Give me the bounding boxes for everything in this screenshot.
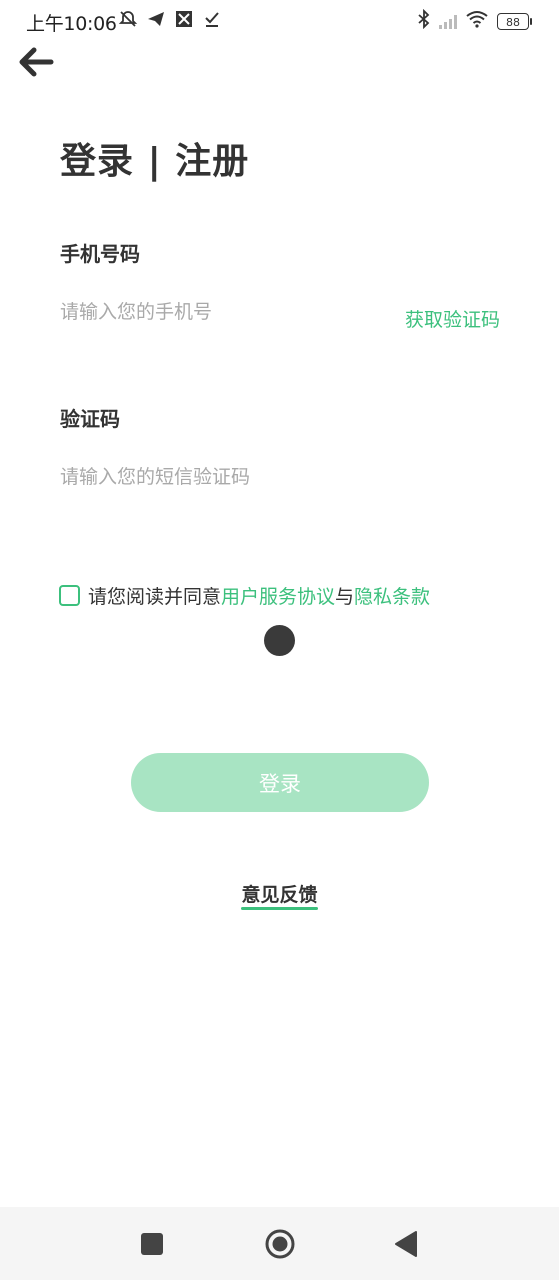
login-screen: 上午10:06 88 登录 | 注册 手机号码 请输入您的手机号 获取验证码 验…: [0, 0, 559, 1280]
circle-icon: [265, 1229, 295, 1259]
get-code-button[interactable]: 获取验证码: [405, 305, 500, 332]
agreement-row: 请您阅读并同意 用户服务协议 与 隐私条款: [59, 582, 430, 609]
nav-back-button[interactable]: [392, 1229, 422, 1259]
touch-indicator: [264, 625, 295, 656]
feedback-row: 意见反馈: [0, 880, 559, 907]
page-title: 登录 | 注册: [60, 132, 249, 184]
check-download-icon: [202, 9, 222, 34]
title-register: 注册: [175, 141, 250, 182]
battery-icon: 88: [497, 13, 532, 30]
app-icon: [174, 9, 194, 34]
title-login: 登录: [60, 141, 135, 182]
wifi-icon: [465, 10, 489, 33]
arrow-left-icon: [19, 47, 54, 77]
agreement-connector: 与: [335, 586, 355, 608]
triangle-icon: [395, 1231, 417, 1257]
mute-alarm-icon: [118, 9, 138, 34]
agree-checkbox[interactable]: [59, 585, 80, 606]
notification-icons: [118, 9, 222, 34]
status-time: 上午10:06: [26, 13, 117, 35]
feedback-link[interactable]: 意见反馈: [241, 884, 317, 906]
home-button[interactable]: [263, 1227, 297, 1261]
phone-label: 手机号码: [60, 242, 140, 266]
status-bar: 上午10:06 88: [0, 0, 559, 42]
square-icon: [141, 1233, 163, 1255]
title-separator: |: [147, 141, 162, 182]
login-button[interactable]: 登录: [131, 753, 429, 812]
privacy-link[interactable]: 隐私条款: [354, 582, 430, 609]
terms-link[interactable]: 用户服务协议: [221, 582, 335, 609]
signal-icon: [439, 14, 457, 29]
code-label: 验证码: [60, 407, 120, 431]
bluetooth-icon: [417, 8, 431, 34]
telegram-icon: [146, 9, 166, 34]
agreement-prefix: 请您阅读并同意: [88, 586, 222, 608]
recent-apps-button[interactable]: [137, 1229, 167, 1259]
navigation-bar: [0, 1207, 559, 1280]
phone-input[interactable]: [60, 294, 390, 330]
back-button[interactable]: [16, 44, 56, 80]
system-icons: 88: [417, 8, 532, 34]
code-input[interactable]: [60, 459, 390, 495]
